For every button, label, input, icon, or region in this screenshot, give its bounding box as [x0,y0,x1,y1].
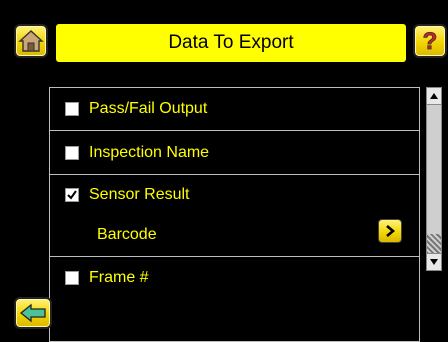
checkbox[interactable] [65,102,79,116]
triangle-up-icon [430,93,438,99]
home-icon [18,30,44,52]
scrollbar-thumb[interactable] [427,234,441,254]
list-item-frame-number[interactable]: Frame # [50,258,419,298]
help-button[interactable]: ? [413,24,447,58]
list-item-label: Pass/Fail Output [89,100,208,117]
checkbox[interactable] [65,187,79,202]
checkmark-icon [67,189,77,200]
list-item-pass-fail-output[interactable]: Pass/Fail Output [50,88,419,131]
back-button[interactable] [14,297,52,329]
list-item-label: Sensor Result [89,185,190,203]
home-button[interactable] [14,24,48,58]
list-item-label: Inspection Name [89,144,210,161]
scroll-down-button[interactable] [427,253,441,270]
chevron-right-icon [386,225,396,237]
barcode-details-button[interactable] [378,219,402,243]
list-item-sensor-result[interactable]: Sensor Result [50,176,419,213]
scrollbar[interactable] [426,87,442,271]
help-icon: ? [422,28,438,54]
page-title: Data To Export [56,24,406,62]
page-title-text: Data To Export [168,32,294,53]
checkbox[interactable] [65,271,79,285]
svg-text:?: ? [423,28,438,54]
list-item-label: Barcode [97,225,157,243]
header: Data To Export ? [0,0,448,68]
list-item-barcode[interactable]: Barcode [50,213,419,257]
list-item-inspection-name[interactable]: Inspection Name [50,132,419,175]
triangle-down-icon [430,259,438,265]
export-options-list: Pass/Fail Output Inspection Name Sensor … [49,87,420,342]
list-item-label: Frame # [89,269,149,286]
back-arrow-icon [19,303,46,323]
scroll-up-button[interactable] [427,88,441,105]
checkbox[interactable] [65,146,79,160]
